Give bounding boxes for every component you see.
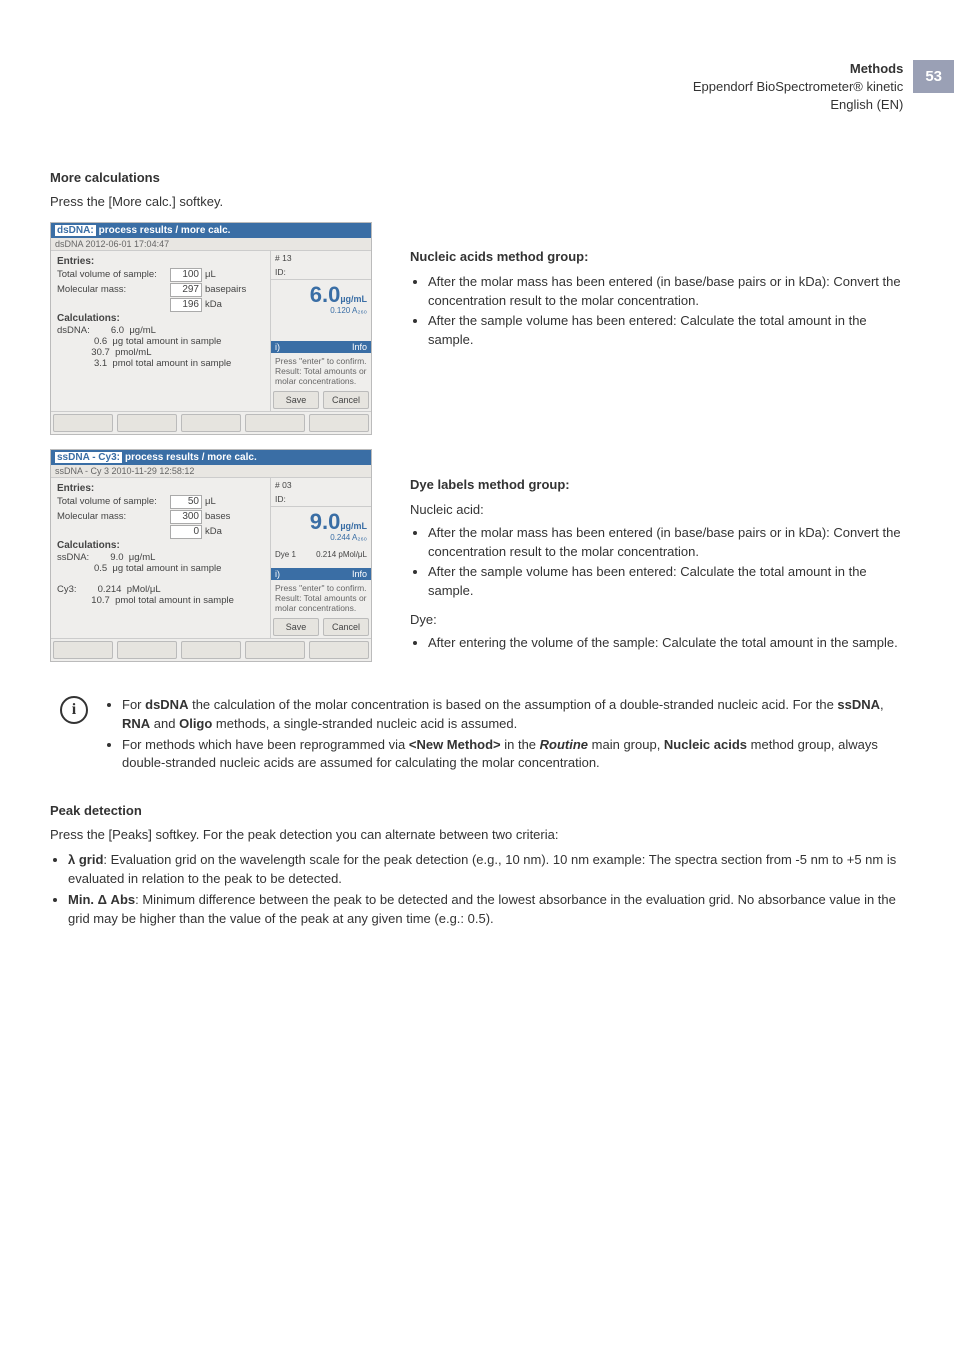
peak-detection-title: Peak detection — [50, 803, 904, 818]
list-item: λ grid: Evaluation grid on the wavelengt… — [68, 851, 904, 889]
molecular-mass-label: Molecular mass: — [57, 284, 167, 295]
molecular-mass-kda-input[interactable]: 196 — [170, 298, 202, 312]
page-header: Methods Eppendorf BioSpectrometer® kinet… — [693, 60, 954, 115]
entries-label: Entries: — [57, 483, 94, 494]
calc-line: 10.7 pmol total amount in sample — [57, 595, 264, 606]
screenshot-ssdna-cy3: ssDNA - Cy3:process results / more calc.… — [50, 449, 372, 662]
sample-number: # 13 — [271, 251, 371, 265]
list-item: After entering the volume of the sample:… — [428, 634, 904, 653]
total-volume-label: Total volume of sample: — [57, 269, 167, 280]
screenshot-title: ssDNA - Cy3:process results / more calc. — [51, 450, 371, 465]
section-more-calc-title: More calculations — [50, 170, 904, 185]
cancel-button[interactable]: Cancel — [323, 391, 369, 409]
molecular-mass-bases-input[interactable]: 300 — [170, 510, 202, 524]
info-body: Press "enter" to confirm. Result: Total … — [271, 353, 371, 389]
calc-line: Cy3: 0.214 pMol/μL — [57, 584, 264, 595]
calc-line: 3.1 pmol total amount in sample — [57, 358, 264, 369]
list-item: After the molar mass has been entered (i… — [428, 524, 904, 562]
section-more-calc-intro: Press the [More calc.] softkey. — [50, 193, 904, 212]
softkey[interactable] — [117, 414, 177, 432]
softkey[interactable] — [245, 414, 305, 432]
peak-criteria-list: λ grid: Evaluation grid on the wavelengt… — [68, 851, 904, 928]
result-value: 6.0µg/mL — [271, 280, 371, 306]
softkey[interactable] — [245, 641, 305, 659]
header-line-1: Methods — [693, 60, 903, 78]
dye-list: After entering the volume of the sample:… — [428, 634, 904, 653]
page-number: 53 — [913, 60, 954, 93]
screenshot-timestamp: ssDNA - Cy 3 2010-11-29 12:58:12 — [51, 465, 371, 478]
sample-number: # 03 — [271, 478, 371, 492]
screenshot-timestamp: dsDNA 2012-06-01 17:04:47 — [51, 238, 371, 251]
softkey[interactable] — [53, 414, 113, 432]
molecular-mass-kda-input[interactable]: 0 — [170, 525, 202, 539]
screenshot-title: dsDNA:process results / more calc. — [51, 223, 371, 238]
calculations-label: Calculations: — [57, 540, 120, 551]
calc-line: ssDNA: 9.0 μg/mL — [57, 552, 264, 563]
softkey-bar — [51, 638, 371, 661]
total-volume-label: Total volume of sample: — [57, 496, 167, 507]
softkey[interactable] — [53, 641, 113, 659]
id-label: ID: — [271, 492, 371, 506]
calc-line: 30.7 pmol/mL — [57, 347, 264, 358]
molecular-mass-bp-input[interactable]: 297 — [170, 283, 202, 297]
calculations-label: Calculations: — [57, 313, 120, 324]
info-note: i For dsDNA the calculation of the molar… — [50, 694, 904, 783]
nucleic-acid-list: After the molar mass has been entered (i… — [428, 524, 904, 601]
dye-result: Dye 10.214 pMol/μL — [271, 548, 371, 561]
result-value: 9.0µg/mL — [271, 507, 371, 533]
header-line-3: English (EN) — [693, 96, 903, 114]
list-item: After the molar mass has been entered (i… — [428, 273, 904, 311]
softkey[interactable] — [309, 414, 369, 432]
absorbance-value: 0.120 A₂₆₀ — [271, 306, 371, 315]
entries-label: Entries: — [57, 256, 94, 267]
softkey[interactable] — [181, 414, 241, 432]
header-line-2: Eppendorf BioSpectrometer® kinetic — [693, 78, 903, 96]
nucleic-acids-list: After the molar mass has been entered (i… — [428, 273, 904, 350]
list-item: After the sample volume has been entered… — [428, 312, 904, 350]
softkey[interactable] — [309, 641, 369, 659]
nucleic-acid-sublabel: Nucleic acid: — [410, 501, 904, 520]
list-item: After the sample volume has been entered… — [428, 563, 904, 601]
note-item: For dsDNA the calculation of the molar c… — [122, 696, 904, 734]
softkey[interactable] — [181, 641, 241, 659]
nucleic-acids-head: Nucleic acids method group: — [410, 248, 904, 267]
screenshot-dsdna: dsDNA:process results / more calc. dsDNA… — [50, 222, 372, 435]
list-item: Min. Δ Abs: Minimum difference between t… — [68, 891, 904, 929]
note-item: For methods which have been reprogrammed… — [122, 736, 904, 774]
calc-line: 0.5 μg total amount in sample — [57, 563, 264, 574]
save-button[interactable]: Save — [273, 391, 319, 409]
peak-detection-intro: Press the [Peaks] softkey. For the peak … — [50, 826, 904, 845]
info-body: Press "enter" to confirm. Result: Total … — [271, 580, 371, 616]
softkey[interactable] — [117, 641, 177, 659]
id-label: ID: — [271, 265, 371, 279]
calc-line: 0.6 μg total amount in sample — [57, 336, 264, 347]
info-icon: i — [60, 696, 88, 724]
calc-line — [57, 574, 264, 584]
info-header: i)Info — [271, 341, 371, 353]
cancel-button[interactable]: Cancel — [323, 618, 369, 636]
dye-labels-head: Dye labels method group: — [410, 476, 904, 495]
dye-sublabel: Dye: — [410, 611, 904, 630]
softkey-bar — [51, 411, 371, 434]
absorbance-value: 0.244 A₂₆₀ — [271, 533, 371, 542]
info-header: i)Info — [271, 568, 371, 580]
total-volume-input[interactable]: 50 — [170, 495, 202, 509]
calc-line: dsDNA: 6.0 μg/mL — [57, 325, 264, 336]
molecular-mass-label: Molecular mass: — [57, 511, 167, 522]
total-volume-input[interactable]: 100 — [170, 268, 202, 282]
save-button[interactable]: Save — [273, 618, 319, 636]
